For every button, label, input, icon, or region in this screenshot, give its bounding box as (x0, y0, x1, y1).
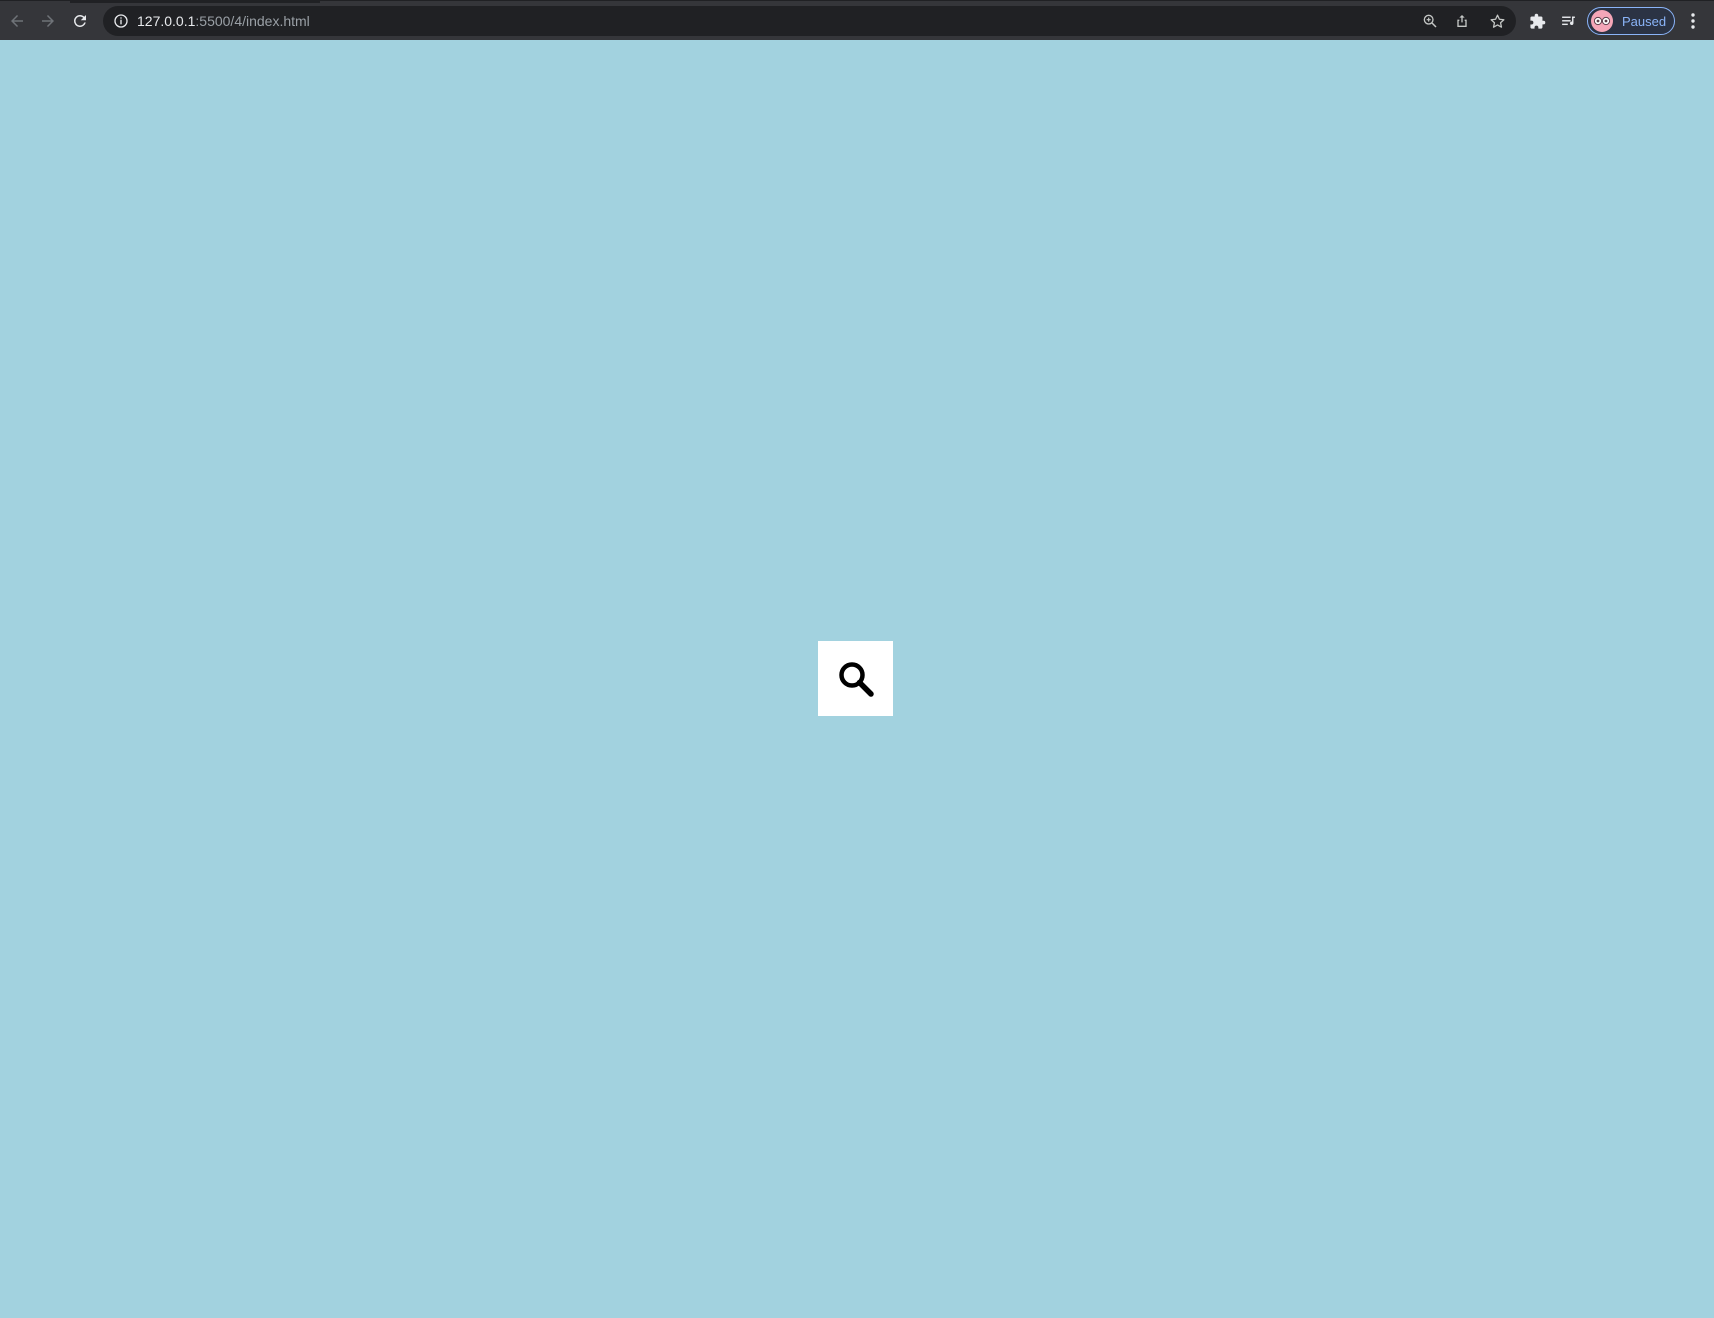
url-host: 127.0.0.1 (137, 13, 196, 29)
search-icon (838, 661, 874, 697)
page-content (0, 40, 1714, 1318)
puzzle-icon[interactable] (1525, 9, 1549, 33)
browser-window: 127.0.0.1:5500/4/index.html Paused (0, 0, 1714, 1318)
back-button[interactable] (3, 7, 31, 35)
avatar (1591, 10, 1613, 32)
browser-toolbar: 127.0.0.1:5500/4/index.html Paused (0, 0, 1714, 40)
address-bar[interactable]: 127.0.0.1:5500/4/index.html (103, 6, 1516, 36)
active-tab-edge (70, 1, 320, 3)
star-icon[interactable] (1487, 11, 1507, 31)
profile-status: Paused (1622, 13, 1667, 29)
reading-list-icon[interactable] (1556, 9, 1580, 33)
profile-button[interactable]: Paused (1587, 7, 1675, 35)
arrow-right-icon (42, 15, 54, 27)
reload-icon (73, 14, 86, 27)
zoom-icon[interactable] (1420, 11, 1440, 31)
search-button[interactable] (818, 641, 893, 716)
kebab-menu-icon[interactable] (1683, 9, 1703, 33)
forward-button[interactable] (34, 7, 62, 35)
share-icon[interactable] (1452, 11, 1472, 31)
info-icon[interactable] (113, 13, 129, 29)
arrow-left-icon (11, 15, 23, 27)
url-text[interactable]: 127.0.0.1:5500/4/index.html (137, 12, 310, 30)
reload-button[interactable] (66, 7, 94, 35)
url-path: :5500/4/index.html (195, 13, 310, 29)
